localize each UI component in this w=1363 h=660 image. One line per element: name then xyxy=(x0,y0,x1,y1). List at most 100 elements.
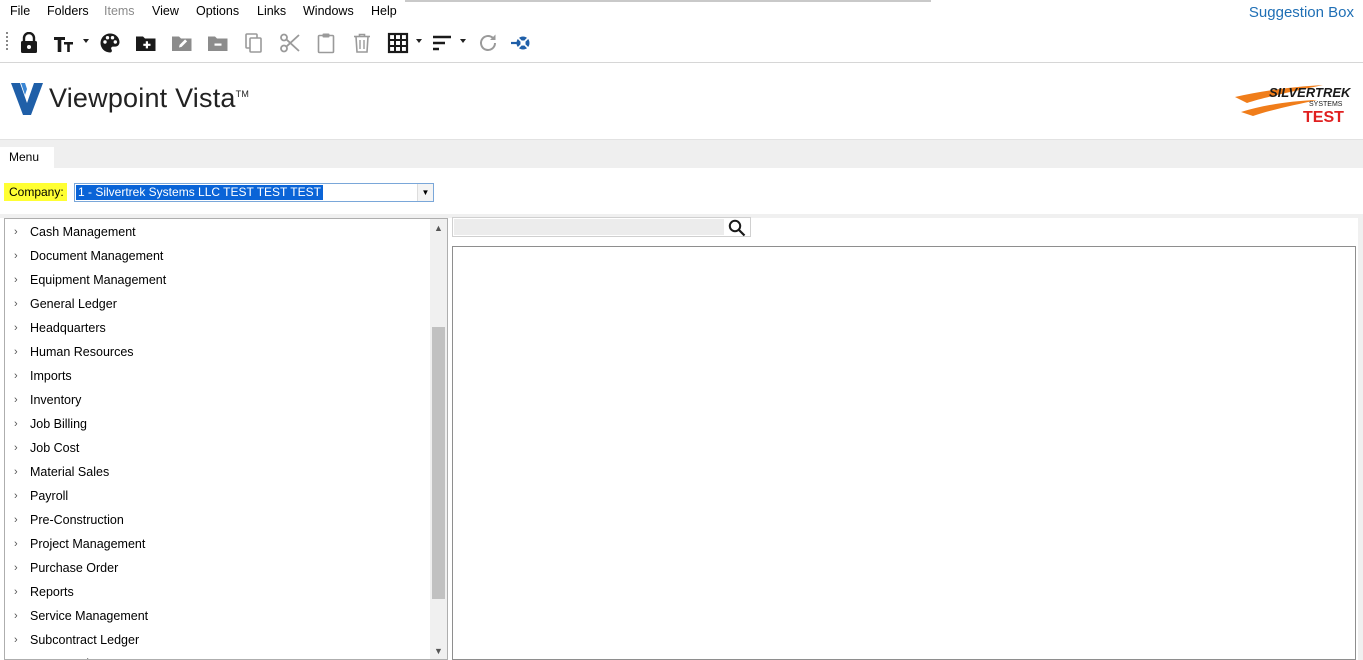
tree-item[interactable]: › Project Management xyxy=(5,532,425,556)
tree-item[interactable]: › Cash Management xyxy=(5,220,425,244)
toolbar-grip[interactable] xyxy=(6,32,8,52)
rename-folder-icon[interactable] xyxy=(170,31,194,55)
product-title: Viewpoint VistaTM xyxy=(49,83,249,114)
menu-options[interactable]: Options xyxy=(196,4,239,18)
trademark-mark: TM xyxy=(235,89,250,99)
company-row: Company: 1 - Silvertrek Systems LLC TEST… xyxy=(0,168,1363,214)
tree-item[interactable]: › Equipment Management xyxy=(5,268,425,292)
tree-item[interactable]: › Headquarters xyxy=(5,316,425,340)
chevron-right-icon[interactable]: › xyxy=(14,562,18,574)
search-icon[interactable] xyxy=(728,219,746,237)
company-select[interactable]: 1 - Silvertrek Systems LLC TEST TEST TES… xyxy=(74,183,434,202)
tree-item[interactable]: › General Ledger xyxy=(5,292,425,316)
grid-icon[interactable] xyxy=(386,31,410,55)
menu-windows[interactable]: Windows xyxy=(303,4,354,18)
remove-folder-icon[interactable] xyxy=(206,31,230,55)
tree-item-label: Project Management xyxy=(30,537,146,551)
chevron-right-icon[interactable]: › xyxy=(14,634,18,646)
text-size-dropdown-icon[interactable] xyxy=(83,39,89,43)
menu-bar: File Folders Items View Options Links Wi… xyxy=(0,0,1363,24)
tree-item-label: Payroll xyxy=(30,489,69,503)
chevron-right-icon[interactable]: › xyxy=(14,586,18,598)
tree-item-label: Imports xyxy=(30,369,72,383)
paste-icon[interactable] xyxy=(314,31,338,55)
product-name: Viewpoint Vista xyxy=(49,83,236,113)
tree-item[interactable]: › Inventory xyxy=(5,388,425,412)
viewpoint-logo-icon xyxy=(11,83,43,115)
new-folder-icon[interactable] xyxy=(134,31,158,55)
scroll-thumb[interactable] xyxy=(432,327,445,599)
delete-icon[interactable] xyxy=(350,31,374,55)
refresh-icon[interactable] xyxy=(476,31,500,55)
tab-strip: Menu xyxy=(0,140,1363,168)
sort-dropdown-icon[interactable] xyxy=(460,39,466,43)
tree-scrollbar[interactable]: ▲ ▼ xyxy=(430,219,447,659)
sort-icon[interactable] xyxy=(430,31,454,55)
tree-item-label: Service Management xyxy=(30,609,149,623)
tree-item[interactable]: ›User Database xyxy=(5,652,425,659)
tree-item[interactable]: › Human Resources xyxy=(5,340,425,364)
tree-item[interactable]: › Imports xyxy=(5,364,425,388)
module-tree[interactable]: › Cash Management › Document Management › Equ… xyxy=(4,218,448,660)
toolbar xyxy=(0,24,1363,63)
tree-item-label: Material Sales xyxy=(30,465,110,479)
tree-item[interactable]: › Service Management xyxy=(5,604,425,628)
chevron-right-icon[interactable]: › xyxy=(14,490,18,502)
chevron-right-icon[interactable]: › xyxy=(14,226,18,238)
menu-links[interactable]: Links xyxy=(257,4,286,18)
scroll-up-icon[interactable]: ▲ xyxy=(430,220,447,236)
chevron-right-icon[interactable]: › xyxy=(14,322,18,334)
menu-file[interactable]: File xyxy=(10,4,30,18)
chevron-right-icon[interactable]: › xyxy=(14,298,18,310)
chevron-right-icon[interactable]: › xyxy=(14,418,18,430)
window-right-edge xyxy=(1358,214,1363,660)
lock-icon[interactable] xyxy=(17,31,41,55)
tree-item[interactable]: › Job Cost xyxy=(5,436,425,460)
text-size-icon[interactable] xyxy=(52,31,76,55)
menu-view[interactable]: View xyxy=(152,4,179,18)
tree-item[interactable]: › Purchase Order xyxy=(5,556,425,580)
tree-item[interactable]: › Subcontract Ledger xyxy=(5,628,425,652)
copy-icon[interactable] xyxy=(242,31,266,55)
chevron-right-icon[interactable]: › xyxy=(14,346,18,358)
chevron-right-icon[interactable]: › xyxy=(14,466,18,478)
tree-item-label: Subcontract Ledger xyxy=(30,633,140,647)
scroll-down-icon[interactable]: ▼ xyxy=(430,643,447,659)
chevron-down-icon[interactable]: ▼ xyxy=(417,184,433,201)
cut-icon[interactable] xyxy=(278,31,302,55)
palette-icon[interactable] xyxy=(98,31,122,55)
tree-item[interactable]: › Document Management xyxy=(5,244,425,268)
company-selected-value[interactable]: 1 - Silvertrek Systems LLC TEST TEST TES… xyxy=(76,185,323,200)
tree-item-label: Headquarters xyxy=(30,321,106,335)
grid-dropdown-icon[interactable] xyxy=(416,39,422,43)
suggestion-box-link[interactable]: Suggestion Box xyxy=(1249,4,1354,21)
tree-item-label: Document Management xyxy=(30,249,164,263)
search-box xyxy=(452,217,751,237)
tree-item-label: Purchase Order xyxy=(30,561,119,575)
chevron-right-icon[interactable]: › xyxy=(14,370,18,382)
tree-item-label: Human Resources xyxy=(30,345,134,359)
tree-item-label: Pre-Construction xyxy=(30,513,124,527)
tree-item[interactable]: › Pre-Construction xyxy=(5,508,425,532)
help-launch-icon[interactable] xyxy=(508,31,532,55)
chevron-right-icon[interactable]: › xyxy=(14,538,18,550)
menu-folders[interactable]: Folders xyxy=(47,4,89,18)
chevron-right-icon[interactable]: › xyxy=(14,514,18,526)
menu-help[interactable]: Help xyxy=(371,4,397,18)
search-input[interactable] xyxy=(454,219,724,235)
tree-item[interactable]: › Payroll xyxy=(5,484,425,508)
tree-item[interactable]: › Reports xyxy=(5,580,425,604)
tree-item[interactable]: › Job Billing xyxy=(5,412,425,436)
chevron-right-icon[interactable]: › xyxy=(14,442,18,454)
tree-item[interactable]: › Material Sales xyxy=(5,460,425,484)
chevron-right-icon[interactable]: › xyxy=(14,610,18,622)
menu-items[interactable]: Items xyxy=(104,4,135,18)
logo-line-systems: SYSTEMS xyxy=(1309,101,1343,108)
window-edge xyxy=(405,0,931,2)
tab-menu[interactable]: Menu xyxy=(0,147,54,168)
tree-item-label: Inventory xyxy=(30,393,82,407)
chevron-right-icon[interactable]: › xyxy=(14,274,18,286)
chevron-right-icon[interactable]: › xyxy=(14,394,18,406)
tree-item-label: Reports xyxy=(30,585,74,599)
chevron-right-icon[interactable]: › xyxy=(14,250,18,262)
